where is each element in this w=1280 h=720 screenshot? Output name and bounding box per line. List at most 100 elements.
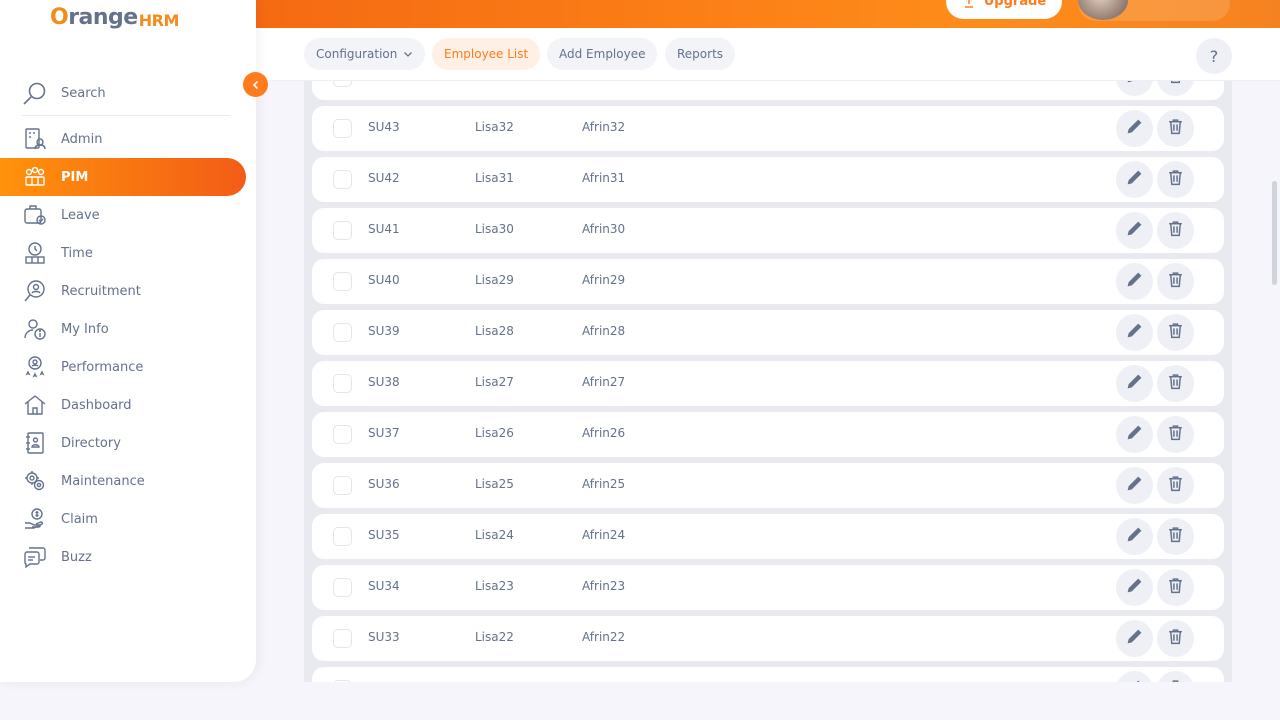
sidebar-item-directory[interactable]: Directory xyxy=(0,424,256,462)
sidebar-search[interactable]: Search xyxy=(22,72,230,116)
last-name-cell: Afrin27 xyxy=(582,375,626,389)
edit-button[interactable] xyxy=(1116,569,1153,606)
edit-button[interactable] xyxy=(1116,620,1153,657)
directory-icon xyxy=(23,431,47,455)
row-checkbox[interactable] xyxy=(333,374,352,393)
tab-employee-list[interactable]: Employee List xyxy=(432,38,541,70)
tab-reports-label: Reports xyxy=(677,47,724,61)
delete-button[interactable] xyxy=(1157,161,1194,198)
table-row[interactable]: SU32 Lisa21 Afrin21 xyxy=(312,667,1224,682)
table-row[interactable]: SU41 Lisa30 Afrin30 xyxy=(312,208,1224,253)
upgrade-button[interactable]: Upgrade xyxy=(946,0,1062,19)
edit-button[interactable] xyxy=(1116,416,1153,453)
table-row[interactable]: SU36 Lisa25 Afrin25 xyxy=(312,463,1224,508)
delete-button[interactable] xyxy=(1157,569,1194,606)
row-checkbox[interactable] xyxy=(333,629,352,648)
row-checkbox[interactable] xyxy=(333,527,352,546)
sidebar-item-label: Directory xyxy=(61,435,121,451)
delete-button[interactable] xyxy=(1157,212,1194,249)
trash-icon xyxy=(1167,526,1184,547)
sidebar-item-claim[interactable]: Claim xyxy=(0,500,256,538)
sidebar-item-label: Maintenance xyxy=(61,473,145,489)
table-row[interactable]: SU37 Lisa26 Afrin26 xyxy=(312,412,1224,457)
row-checkbox[interactable] xyxy=(333,81,352,87)
table-row[interactable]: SU34 Lisa23 Afrin23 xyxy=(312,565,1224,610)
tab-add-employee[interactable]: Add Employee xyxy=(547,38,658,70)
sidebar-nav: Admin PIM Leave Time Recruitment My Info… xyxy=(0,120,256,576)
sidebar-item-label: Recruitment xyxy=(61,283,141,299)
row-checkbox[interactable] xyxy=(333,476,352,495)
row-checkbox[interactable] xyxy=(333,425,352,444)
logo-o: O xyxy=(50,5,69,30)
delete-button[interactable] xyxy=(1157,416,1194,453)
employee-id-cell: SU40 xyxy=(368,273,400,287)
delete-button[interactable] xyxy=(1157,314,1194,351)
sidebar: Orange HRM Search Admin PIM Leave Time Re… xyxy=(0,0,256,682)
delete-button[interactable] xyxy=(1157,518,1194,555)
row-checkbox[interactable] xyxy=(333,323,352,342)
delete-button[interactable] xyxy=(1157,671,1194,682)
sidebar-item-admin[interactable]: Admin xyxy=(0,120,256,158)
sidebar-collapse-button[interactable] xyxy=(243,72,268,97)
edit-button[interactable] xyxy=(1116,365,1153,402)
sidebar-item-label: Time xyxy=(61,245,93,261)
delete-button[interactable] xyxy=(1157,620,1194,657)
tab-reports[interactable]: Reports xyxy=(665,38,736,70)
first-name-cell: Lisa21 xyxy=(475,681,514,682)
page-scrollbar[interactable] xyxy=(1272,181,1277,285)
edit-button[interactable] xyxy=(1116,110,1153,147)
last-name-cell: Afrin30 xyxy=(582,222,626,236)
delete-button[interactable] xyxy=(1157,110,1194,147)
orangehrm-logo[interactable]: Orange HRM xyxy=(50,0,179,30)
table-row[interactable]: SU43 Lisa32 Afrin32 xyxy=(312,106,1224,151)
table-row[interactable]: SU44 Lisa33 Afrin33 xyxy=(312,81,1224,100)
sidebar-item-dashboard[interactable]: Dashboard xyxy=(0,386,256,424)
edit-button[interactable] xyxy=(1116,161,1153,198)
table-row[interactable]: SU35 Lisa24 Afrin24 xyxy=(312,514,1224,559)
delete-button[interactable] xyxy=(1157,263,1194,300)
sidebar-item-maintenance[interactable]: Maintenance xyxy=(0,462,256,500)
sidebar-item-recruitment[interactable]: Recruitment xyxy=(0,272,256,310)
table-row[interactable]: SU39 Lisa28 Afrin28 xyxy=(312,310,1224,355)
row-checkbox[interactable] xyxy=(333,170,352,189)
sidebar-item-buzz[interactable]: Buzz xyxy=(0,538,256,576)
trash-icon xyxy=(1167,118,1184,139)
tab-configuration[interactable]: Configuration xyxy=(304,38,426,70)
row-checkbox[interactable] xyxy=(333,221,352,240)
edit-button[interactable] xyxy=(1116,81,1153,96)
table-row[interactable]: SU38 Lisa27 Afrin27 xyxy=(312,361,1224,406)
logo-suffix: HRM xyxy=(138,11,180,30)
user-profile-dropdown[interactable] xyxy=(1078,0,1230,21)
employee-id-cell: SU32 xyxy=(368,681,400,682)
last-name-cell: Afrin32 xyxy=(582,120,626,134)
first-name-cell: Lisa24 xyxy=(475,528,514,542)
employee-id-cell: SU35 xyxy=(368,528,400,542)
edit-button[interactable] xyxy=(1116,263,1153,300)
edit-button[interactable] xyxy=(1116,314,1153,351)
recruitment-icon xyxy=(23,279,47,303)
row-checkbox[interactable] xyxy=(333,680,352,682)
table-row[interactable]: SU33 Lisa22 Afrin22 xyxy=(312,616,1224,661)
sidebar-item-performance[interactable]: Performance xyxy=(0,348,256,386)
last-name-cell: Afrin21 xyxy=(582,681,625,682)
employee-id-cell: SU43 xyxy=(368,120,400,134)
sidebar-item-time[interactable]: Time xyxy=(0,234,256,272)
delete-button[interactable] xyxy=(1157,81,1194,96)
edit-button[interactable] xyxy=(1116,518,1153,555)
sidebar-item-pim[interactable]: PIM xyxy=(0,158,246,196)
table-row[interactable]: SU40 Lisa29 Afrin29 xyxy=(312,259,1224,304)
delete-button[interactable] xyxy=(1157,467,1194,504)
pencil-icon xyxy=(1126,220,1143,241)
edit-button[interactable] xyxy=(1116,671,1153,682)
row-checkbox[interactable] xyxy=(333,119,352,138)
row-checkbox[interactable] xyxy=(333,578,352,597)
table-row[interactable]: SU42 Lisa31 Afrin31 xyxy=(312,157,1224,202)
sidebar-item-leave[interactable]: Leave xyxy=(0,196,256,234)
delete-button[interactable] xyxy=(1157,365,1194,402)
first-name-cell: Lisa32 xyxy=(475,120,514,134)
row-checkbox[interactable] xyxy=(333,272,352,291)
edit-button[interactable] xyxy=(1116,467,1153,504)
help-button[interactable]: ? xyxy=(1196,38,1232,74)
edit-button[interactable] xyxy=(1116,212,1153,249)
sidebar-item-my-info[interactable]: My Info xyxy=(0,310,256,348)
